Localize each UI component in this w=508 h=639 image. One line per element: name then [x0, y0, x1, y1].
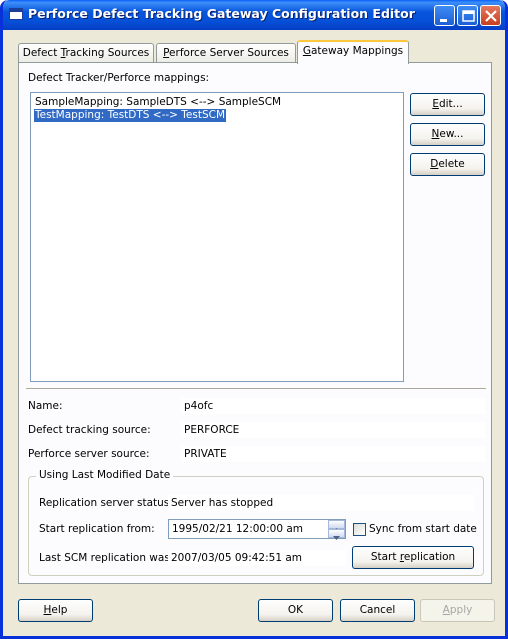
- mappings-heading: Defect Tracker/Perforce mappings:: [28, 72, 210, 84]
- button-label: dit...: [438, 98, 463, 110]
- spin-down-button[interactable]: [328, 529, 345, 540]
- new-button[interactable]: New...: [410, 123, 485, 146]
- tab-label-key: G: [302, 45, 311, 57]
- button-key: E: [432, 98, 439, 110]
- ok-button[interactable]: OK: [258, 599, 333, 622]
- tab-label: ateway Mappings: [311, 45, 404, 57]
- maximize-icon: [462, 10, 475, 22]
- mappings-listbox[interactable]: SampleMapping: SampleDTS <--> SampleSCM …: [30, 92, 404, 382]
- date-spinner[interactable]: [328, 520, 345, 540]
- start-replication-button[interactable]: Start replication: [352, 546, 474, 569]
- sync-label: Sync from start date: [369, 523, 477, 535]
- tab-label: racking Sources: [65, 47, 150, 59]
- button-label: pply: [449, 604, 473, 616]
- start-date-input[interactable]: 1995/02/21 12:00:00 am: [168, 519, 346, 540]
- tab-label: erforce Server Sources: [169, 47, 289, 59]
- dts-label: Defect tracking source:: [28, 424, 151, 436]
- scm-value: PRIVATE: [181, 446, 485, 462]
- apply-button[interactable]: Apply: [420, 599, 495, 622]
- edit-button[interactable]: Edit...: [410, 93, 485, 116]
- button-label: ew...: [439, 128, 464, 140]
- name-label: Name:: [28, 400, 63, 412]
- dts-value: PERFORCE: [181, 422, 485, 438]
- window-title: Perforce Defect Tracking Gateway Configu…: [28, 6, 415, 21]
- title-bar[interactable]: Perforce Defect Tracking Gateway Configu…: [3, 0, 505, 30]
- tab-gateway-mappings[interactable]: Gateway Mappings: [297, 40, 409, 64]
- sync-checkbox[interactable]: [353, 523, 366, 536]
- help-button[interactable]: Help: [18, 599, 93, 622]
- group-title: Using Last Modified Date: [36, 469, 174, 481]
- list-item-selected[interactable]: TestMapping: TestDTS <--> TestSCM: [34, 109, 227, 122]
- delete-button[interactable]: Delete: [410, 153, 485, 176]
- tab-label: Defect: [22, 47, 61, 59]
- minimize-button[interactable]: [434, 5, 455, 26]
- arrow-down-icon: [333, 536, 340, 540]
- close-icon: [485, 10, 497, 22]
- button-label: eplication: [403, 551, 456, 563]
- app-window-icon: [9, 8, 23, 20]
- dialog-window: Perforce Defect Tracking Gateway Configu…: [0, 0, 508, 639]
- status-label: Replication server status:: [39, 497, 173, 509]
- last-replication-label: Last SCM replication was:: [39, 552, 174, 564]
- start-date-label: Start replication from:: [39, 523, 155, 535]
- last-replication-value: 2007/03/05 09:42:51 am: [168, 550, 346, 566]
- tab-defect-tracking-sources[interactable]: Defect Tracking Sources: [18, 43, 154, 63]
- button-label: Cancel: [359, 604, 396, 616]
- maximize-button[interactable]: [457, 5, 478, 26]
- name-value: p4ofc: [181, 398, 485, 414]
- close-button[interactable]: [480, 5, 501, 26]
- start-date-value: 1995/02/21 12:00:00 am: [172, 523, 304, 535]
- button-label: OK: [287, 604, 304, 616]
- button-key: A: [442, 604, 450, 616]
- divider: [26, 388, 486, 390]
- minimize-icon: [440, 19, 447, 22]
- button-label: elp: [51, 604, 68, 616]
- list-item[interactable]: SampleMapping: SampleDTS <--> SampleSCM: [34, 96, 282, 109]
- cancel-button[interactable]: Cancel: [340, 599, 415, 622]
- tab-perforce-server-sources[interactable]: Perforce Server Sources: [156, 43, 296, 63]
- button-label: Start: [370, 551, 400, 563]
- button-label: elete: [438, 158, 465, 170]
- scm-label: Perforce server source:: [28, 448, 150, 460]
- status-value: Server has stopped: [168, 495, 474, 511]
- spin-up-button[interactable]: [328, 520, 345, 532]
